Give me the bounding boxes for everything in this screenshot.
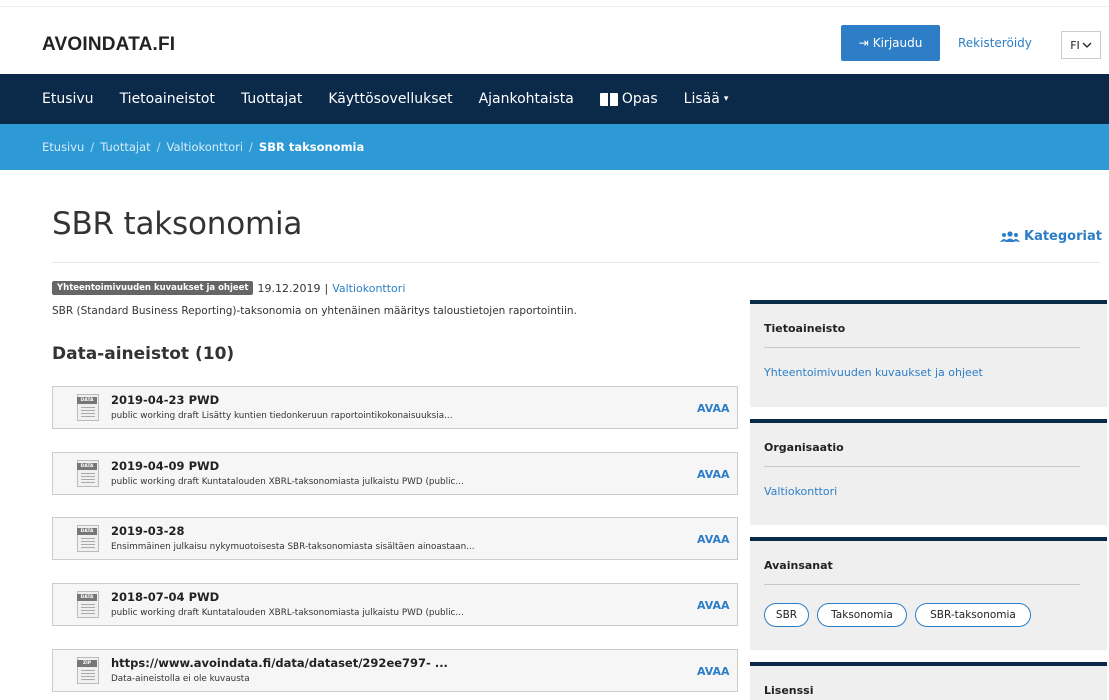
language-value: FI <box>1070 38 1080 52</box>
top-header: AVOINDATA.FI ⇥ Kirjaudu Rekisteröidy FI <box>0 6 1109 74</box>
chevron-down-icon <box>1082 42 1092 48</box>
breadcrumb-item-valtiokonttori[interactable]: Valtiokonttori <box>167 140 244 154</box>
zip-file-icon: ZIP <box>77 657 99 684</box>
resource-description: Data-aineistolla ei ole kuvausta <box>111 674 250 684</box>
category-badge[interactable]: Yhteentoimivuuden kuvaukset ja ohjeet <box>52 281 254 295</box>
nav-item-opas[interactable]: Opas <box>599 91 658 107</box>
breadcrumb-current: SBR taksonomia <box>258 140 365 154</box>
data-file-icon: DATA <box>77 591 99 618</box>
resource-description: public working draft Lisätty kuntien tie… <box>111 411 453 421</box>
sidebar-org-header: Organisaatio <box>764 441 844 454</box>
resource-item[interactable]: DATA 2019-04-23 PWD public working draft… <box>52 386 738 429</box>
title-divider <box>52 262 1100 263</box>
breadcrumb-item-tuottajat[interactable]: Tuottajat <box>100 140 150 154</box>
caret-down-icon: ▾ <box>723 94 729 104</box>
resource-title[interactable]: 2018-07-04 PWD <box>111 590 219 604</box>
resource-title[interactable]: 2019-04-23 PWD <box>111 393 219 407</box>
login-label: Kirjaudu <box>872 36 923 50</box>
breadcrumb-separator: / <box>249 140 253 154</box>
resource-description: public working draft Kuntatalouden XBRL-… <box>111 477 464 487</box>
sidebar-organization-card: Organisaatio Valtiokonttori <box>750 419 1107 525</box>
breadcrumb-separator: / <box>90 140 95 154</box>
keyword-chip-taksonomia[interactable]: Taksonomia <box>817 603 907 627</box>
login-button[interactable]: ⇥ Kirjaudu <box>841 25 940 61</box>
data-file-icon: DATA <box>77 394 99 421</box>
meta-separator: | <box>324 281 329 295</box>
open-resource-button[interactable]: AVAA <box>697 665 730 678</box>
resource-description: Ensimmäinen julkaisu nykymuotoisesta SBR… <box>111 542 475 552</box>
dataset-description: SBR (Standard Business Reporting)-takson… <box>52 305 577 317</box>
data-file-icon: DATA <box>77 460 99 487</box>
sidebar-license-header: Lisenssi <box>764 684 814 697</box>
breadcrumb-item-etusivu[interactable]: Etusivu <box>42 140 84 154</box>
dataset-date: 19.12.2019 <box>257 281 321 295</box>
nav-item-kayttosovellukset[interactable]: Käyttösovellukset <box>328 91 452 107</box>
resource-title[interactable]: 2019-03-28 <box>111 524 185 538</box>
resource-title[interactable]: 2019-04-09 PWD <box>111 459 219 473</box>
sidebar-license-card: Lisenssi <box>750 662 1107 700</box>
data-file-icon: DATA <box>77 525 99 552</box>
nav-item-etusivu[interactable]: Etusivu <box>42 91 94 107</box>
resource-item[interactable]: DATA 2019-04-09 PWD public working draft… <box>52 452 738 495</box>
keyword-chip-sbr[interactable]: SBR <box>764 603 809 627</box>
open-resource-button[interactable]: AVAA <box>697 468 730 481</box>
keyword-chip-sbr-taksonomia[interactable]: SBR-taksonomia <box>915 603 1031 627</box>
site-logo[interactable]: AVOINDATA.FI <box>42 34 175 56</box>
resource-title[interactable]: https://www.avoindata.fi/data/dataset/29… <box>111 656 448 670</box>
sidebar-divider <box>764 466 1080 467</box>
nav-item-tietoaineistot[interactable]: Tietoaineistot <box>120 91 215 107</box>
organization-link[interactable]: Valtiokonttori <box>332 282 405 295</box>
sidebar-org-link[interactable]: Valtiokonttori <box>764 485 837 498</box>
sign-in-icon: ⇥ <box>858 36 869 50</box>
page-title: SBR taksonomia <box>52 206 303 242</box>
sidebar-dataset-header: Tietoaineisto <box>764 322 846 335</box>
users-icon <box>1000 230 1020 242</box>
nav-item-lisaa[interactable]: Lisää ▾ <box>684 91 729 107</box>
dataset-meta: Yhteentoimivuuden kuvaukset ja ohjeet 19… <box>52 281 405 295</box>
breadcrumb: Etusivu / Tuottajat / Valtiokonttori / S… <box>0 124 1109 170</box>
main-navigation: Etusivu Tietoaineistot Tuottajat Käyttös… <box>0 74 1109 124</box>
sidebar-keywords-card: Avainsanat SBR Taksonomia SBR-taksonomia <box>750 537 1107 650</box>
open-resource-button[interactable]: AVAA <box>697 599 730 612</box>
categories-link[interactable]: Kategoriat <box>1000 229 1102 244</box>
open-resource-button[interactable]: AVAA <box>697 402 730 415</box>
resources-heading: Data-aineistot (10) <box>52 344 235 364</box>
breadcrumb-separator: / <box>156 140 161 154</box>
nav-item-tuottajat[interactable]: Tuottajat <box>241 91 302 107</box>
register-link[interactable]: Rekisteröidy <box>958 36 1032 50</box>
book-icon <box>599 92 618 106</box>
nav-item-ajankohtaista[interactable]: Ajankohtaista <box>479 91 574 107</box>
resource-item[interactable]: DATA 2018-07-04 PWD public working draft… <box>52 583 738 626</box>
sidebar-divider <box>764 584 1080 585</box>
sidebar-dataset-link[interactable]: Yhteentoimivuuden kuvaukset ja ohjeet <box>764 366 983 379</box>
language-select[interactable]: FI <box>1061 31 1101 59</box>
open-resource-button[interactable]: AVAA <box>697 533 730 546</box>
resource-item[interactable]: DATA 2019-03-28 Ensimmäinen julkaisu nyk… <box>52 517 738 560</box>
sidebar-dataset-card: Tietoaineisto Yhteentoimivuuden kuvaukse… <box>750 300 1107 407</box>
sidebar-keywords-header: Avainsanat <box>764 559 833 572</box>
sidebar-divider <box>764 347 1080 348</box>
resource-item[interactable]: ZIP https://www.avoindata.fi/data/datase… <box>52 649 738 692</box>
resource-description: public working draft Kuntatalouden XBRL-… <box>111 608 464 618</box>
